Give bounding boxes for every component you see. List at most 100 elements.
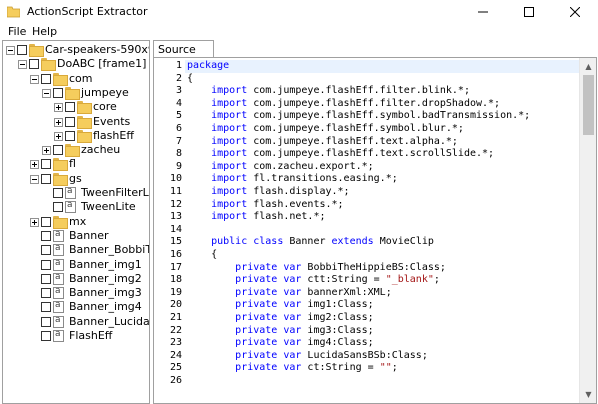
- collapse-icon[interactable]: [6, 46, 15, 55]
- tree-item[interactable]: Events: [54, 115, 149, 129]
- tree-item-label: jumpeye: [81, 85, 129, 99]
- tree-item[interactable]: Banner_BobbiThe: [30, 243, 149, 257]
- line-number: 6: [175, 123, 182, 134]
- tree-item[interactable]: Banner_img3: [30, 286, 149, 300]
- close-button[interactable]: [552, 0, 598, 23]
- expand-icon[interactable]: [54, 131, 63, 141]
- scroll-thumb[interactable]: [583, 75, 594, 135]
- actionscript-file-icon: [53, 300, 66, 314]
- menu-help[interactable]: Help: [32, 25, 57, 38]
- code-text: img2:Class;: [301, 312, 374, 323]
- tree-item-label: FlashEff: [69, 329, 113, 342]
- tree-item-checkbox[interactable]: [53, 188, 63, 198]
- tree-item-checkbox[interactable]: [41, 316, 51, 327]
- tree-item-checkbox[interactable]: [65, 130, 75, 141]
- code-line: import com.zacheu.export.*;: [187, 161, 374, 174]
- vertical-scrollbar[interactable]: ▲ ▼: [579, 58, 596, 403]
- scroll-up-icon[interactable]: ▲: [580, 58, 596, 75]
- line-number: 25: [169, 362, 182, 374]
- code-line: {: [187, 73, 193, 86]
- code-text: com.jumpeye.flashEff.symbol.blur.*;: [247, 123, 464, 134]
- tree-item[interactable]: gs: [30, 172, 149, 186]
- tree-item-checkbox[interactable]: [65, 116, 75, 127]
- code-line: import flash.display.*;: [187, 186, 349, 199]
- expand-icon[interactable]: [30, 217, 39, 227]
- collapse-icon[interactable]: [42, 88, 51, 98]
- code-text: com.jumpeye.flashEff.text.alpha.*;: [247, 135, 458, 147]
- tree-item[interactable]: flashEff: [54, 129, 149, 143]
- tree-item-checkbox[interactable]: [41, 173, 51, 184]
- tree-item[interactable]: fl: [30, 157, 149, 172]
- tree-item-checkbox[interactable]: [41, 259, 51, 270]
- code-area[interactable]: package { import com.jumpeye.flashEff.fil…: [185, 58, 580, 403]
- tree-item-checkbox[interactable]: [41, 302, 51, 313]
- tree-item-checkbox[interactable]: [41, 230, 51, 241]
- tree-item-checkbox[interactable]: [41, 331, 51, 341]
- expand-icon[interactable]: [54, 117, 63, 127]
- minimize-button[interactable]: [460, 0, 506, 23]
- code-keyword: import: [211, 211, 248, 223]
- tree-item-checkbox[interactable]: [53, 145, 63, 156]
- tree-item-checkbox[interactable]: [41, 273, 51, 284]
- tree-item[interactable]: DoABC [frame1]: [18, 57, 149, 72]
- expand-icon[interactable]: [30, 160, 39, 170]
- tree-item[interactable]: Car-speakers-590x90.swf: [6, 43, 149, 57]
- collapse-icon[interactable]: [18, 60, 27, 70]
- tree-item[interactable]: TweenFilterLite: [42, 186, 149, 200]
- tree-item[interactable]: Banner_img2: [30, 272, 149, 286]
- code-line: package: [187, 60, 229, 73]
- code-text: ct:String =: [301, 362, 380, 374]
- tree-item[interactable]: com: [30, 72, 149, 86]
- menu-bar: File Help: [0, 23, 598, 40]
- folder-icon: [77, 129, 92, 143]
- tree-item-checkbox[interactable]: [29, 59, 39, 70]
- file-tree[interactable]: Car-speakers-590x90.swfDoABC [frame1]com…: [2, 40, 150, 404]
- code-string: "": [379, 362, 392, 374]
- tree-item-checkbox[interactable]: [41, 245, 51, 256]
- code-editor[interactable]: 1 2 3 4 5 6 7 8 9 10 11 12 13 14 15 16 17 18 19 20 21 22 23 24 2…: [153, 57, 597, 404]
- code-line: private var img1:Class;: [187, 299, 373, 312]
- scroll-down-icon[interactable]: ▼: [580, 386, 596, 403]
- tree-item[interactable]: TweenLite: [42, 200, 149, 214]
- line-number: 8: [175, 148, 182, 160]
- tree-item[interactable]: Banner: [30, 228, 149, 243]
- code-text: MovieClip: [373, 236, 434, 248]
- tree-item[interactable]: zacheu: [42, 143, 149, 158]
- tree-item-checkbox[interactable]: [41, 216, 51, 227]
- code-keyword: import: [211, 85, 248, 97]
- tree-item-checkbox[interactable]: [41, 159, 51, 170]
- close-icon: [570, 6, 580, 17]
- code-line: import com.jumpeye.flashEff.filter.blink…: [187, 85, 470, 98]
- tree-item[interactable]: core: [54, 100, 149, 115]
- tree-item-checkbox[interactable]: [53, 202, 63, 213]
- collapse-icon[interactable]: [30, 74, 39, 84]
- tree-item[interactable]: jumpeye: [42, 85, 149, 100]
- tree-item[interactable]: Banner_img4: [30, 300, 149, 314]
- collapse-icon[interactable]: [30, 174, 39, 184]
- tree-item[interactable]: Banner_img1: [30, 258, 149, 272]
- tree-item[interactable]: Banner_LucidaSans: [30, 315, 149, 329]
- expand-icon[interactable]: [42, 146, 51, 156]
- tree-item-checkbox[interactable]: [41, 288, 51, 299]
- tree-item-checkbox[interactable]: [65, 102, 75, 113]
- tree-item-checkbox[interactable]: [41, 73, 51, 84]
- tab-source-code[interactable]: Source code: [153, 40, 214, 69]
- tree-item-label: Banner: [69, 228, 109, 242]
- maximize-button[interactable]: [506, 0, 552, 23]
- code-keyword: private var: [235, 362, 302, 374]
- tree-item-checkbox[interactable]: [53, 87, 63, 98]
- menu-file[interactable]: File: [8, 25, 26, 38]
- code-text: {: [187, 72, 194, 84]
- expand-icon[interactable]: [54, 103, 63, 113]
- tree-item[interactable]: mx: [30, 215, 149, 229]
- tree-item[interactable]: FlashEff: [30, 329, 149, 343]
- tree-item-checkbox[interactable]: [17, 45, 27, 55]
